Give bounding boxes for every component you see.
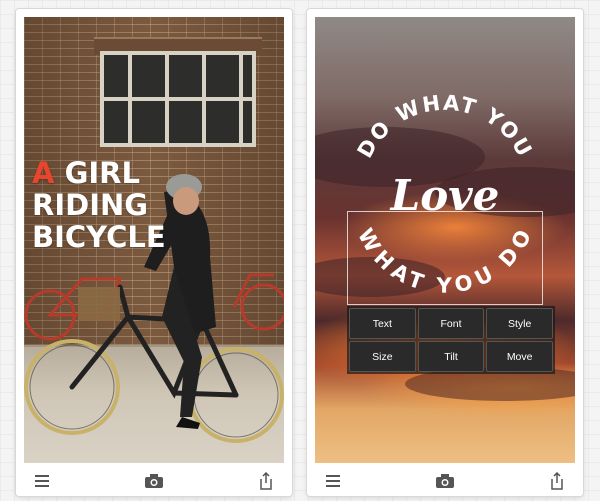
street-photo: A GIRL RIDING BICYCLE <box>24 17 284 463</box>
bottom-toolbar-right <box>307 466 583 496</box>
seal-top-arc: DO WHAT YOU <box>353 91 538 162</box>
share-icon[interactable] <box>547 471 567 491</box>
headline-line-1: A GIRL <box>32 157 192 189</box>
hamburger-menu-icon[interactable] <box>323 471 343 491</box>
camera-icon[interactable] <box>435 471 455 491</box>
text-button[interactable]: Text <box>349 308 416 339</box>
phone-left: A GIRL RIDING BICYCLE <box>16 9 292 496</box>
tilt-button[interactable]: Tilt <box>417 341 485 372</box>
headline-line-2: RIDING <box>32 188 149 222</box>
style-button[interactable]: Style <box>486 308 553 339</box>
edit-menu: Text Font Style Size Tilt Move <box>347 306 555 374</box>
phone-right: DO WHAT YOU Love WHAT YOU DO Text Font S… <box>307 9 583 496</box>
camera-icon[interactable] <box>144 471 164 491</box>
headline-word-girl: GIRL <box>64 156 140 190</box>
headline-text[interactable]: A GIRL RIDING BICYCLE <box>32 157 192 253</box>
photo-canvas-left[interactable]: A GIRL RIDING BICYCLE <box>24 17 284 463</box>
bottom-toolbar-left <box>16 466 292 496</box>
selection-box[interactable] <box>347 211 543 305</box>
move-button[interactable]: Move <box>486 341 553 372</box>
headline-line-3: BICYCLE <box>32 220 166 254</box>
share-icon[interactable] <box>256 471 276 491</box>
headline-accent: A <box>32 156 55 190</box>
hamburger-menu-icon[interactable] <box>32 471 52 491</box>
photo-canvas-right[interactable]: DO WHAT YOU Love WHAT YOU DO Text Font S… <box>315 17 575 463</box>
size-button[interactable]: Size <box>349 341 416 372</box>
font-button[interactable]: Font <box>417 308 485 339</box>
